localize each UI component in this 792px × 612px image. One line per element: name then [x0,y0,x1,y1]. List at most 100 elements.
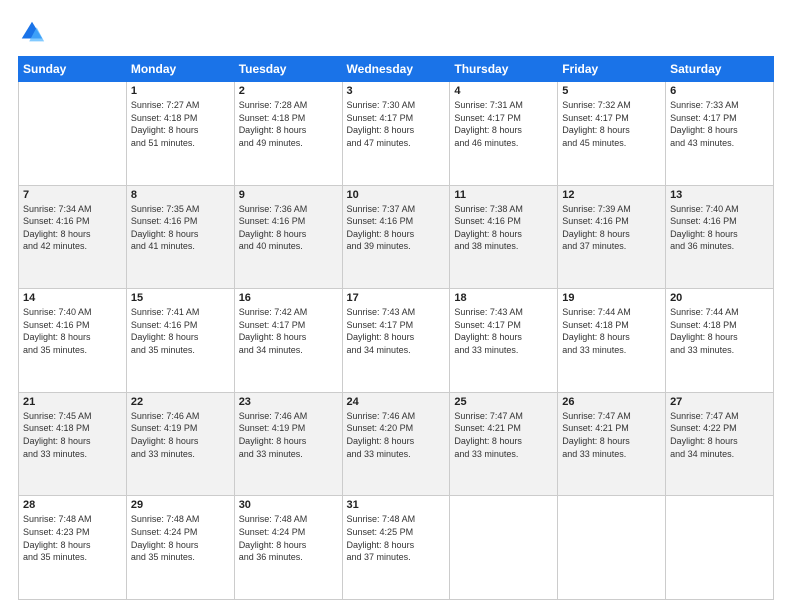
day-info: Sunrise: 7:48 AM Sunset: 4:24 PM Dayligh… [239,513,338,563]
calendar-cell: 31 Sunrise: 7:48 AM Sunset: 4:25 PM Dayli… [342,496,450,600]
calendar-cell: 4Sunrise: 7:31 AM Sunset: 4:17 PM Daylig… [450,82,558,186]
day-number: 21 [23,396,122,408]
day-info: Sunrise: 7:42 AM Sunset: 4:17 PM Dayligh… [239,306,338,356]
calendar-cell: 9 Sunrise: 7:36 AM Sunset: 4:16 PM Daylig… [234,185,342,289]
day-number: 25 [454,396,553,408]
day-info: Sunrise: 7:43 AM Sunset: 4:17 PM Dayligh… [347,306,446,356]
calendar-cell: 12 Sunrise: 7:39 AM Sunset: 4:16 PM Dayli… [558,185,666,289]
calendar-cell: 16 Sunrise: 7:42 AM Sunset: 4:17 PM Dayli… [234,289,342,393]
col-header-thursday: Thursday [450,57,558,82]
calendar-cell: 26 Sunrise: 7:47 AM Sunset: 4:21 PM Dayli… [558,392,666,496]
day-number: 13 [670,189,769,201]
day-number: 20 [670,292,769,304]
day-info: Sunrise: 7:48 AM Sunset: 4:24 PM Dayligh… [131,513,230,563]
calendar-cell: 24 Sunrise: 7:46 AM Sunset: 4:20 PM Dayli… [342,392,450,496]
col-header-friday: Friday [558,57,666,82]
day-number: 6 [670,85,769,97]
day-info: Sunrise: 7:32 AM Sunset: 4:17 PM Dayligh… [562,99,661,149]
day-number: 5 [562,85,661,97]
day-info: Sunrise: 7:28 AM Sunset: 4:18 PM Dayligh… [239,99,338,149]
calendar-cell: 17 Sunrise: 7:43 AM Sunset: 4:17 PM Dayli… [342,289,450,393]
logo [18,18,50,46]
day-number: 3 [347,85,446,97]
calendar-week-row: 14Sunrise: 7:40 AM Sunset: 4:16 PM Dayli… [19,289,774,393]
calendar-cell [666,496,774,600]
calendar-cell: 15 Sunrise: 7:41 AM Sunset: 4:16 PM Dayli… [126,289,234,393]
calendar-cell [558,496,666,600]
day-info: Sunrise: 7:46 AM Sunset: 4:20 PM Dayligh… [347,410,446,460]
day-info: Sunrise: 7:38 AM Sunset: 4:16 PM Dayligh… [454,203,553,253]
day-number: 23 [239,396,338,408]
calendar-header-row: SundayMondayTuesdayWednesdayThursdayFrid… [19,57,774,82]
day-info: Sunrise: 7:48 AM Sunset: 4:25 PM Dayligh… [347,513,446,563]
day-number: 8 [131,189,230,201]
day-number: 9 [239,189,338,201]
day-info: Sunrise: 7:40 AM Sunset: 4:16 PM Dayligh… [670,203,769,253]
calendar-cell: 8Sunrise: 7:35 AM Sunset: 4:16 PM Daylig… [126,185,234,289]
calendar-cell: 7 Sunrise: 7:34 AM Sunset: 4:16 PM Daylig… [19,185,127,289]
day-number: 12 [562,189,661,201]
day-number: 24 [347,396,446,408]
calendar-table: SundayMondayTuesdayWednesdayThursdayFrid… [18,56,774,600]
day-info: Sunrise: 7:30 AM Sunset: 4:17 PM Dayligh… [347,99,446,149]
col-header-wednesday: Wednesday [342,57,450,82]
calendar-cell: 18 Sunrise: 7:43 AM Sunset: 4:17 PM Dayli… [450,289,558,393]
calendar-cell: 19 Sunrise: 7:44 AM Sunset: 4:18 PM Dayli… [558,289,666,393]
calendar-week-row: 21 Sunrise: 7:45 AM Sunset: 4:18 PM Dayli… [19,392,774,496]
calendar-week-row: 7 Sunrise: 7:34 AM Sunset: 4:16 PM Daylig… [19,185,774,289]
header [18,18,774,46]
day-info: Sunrise: 7:45 AM Sunset: 4:18 PM Dayligh… [23,410,122,460]
day-number: 22 [131,396,230,408]
day-info: Sunrise: 7:41 AM Sunset: 4:16 PM Dayligh… [131,306,230,356]
day-number: 16 [239,292,338,304]
day-info: Sunrise: 7:46 AM Sunset: 4:19 PM Dayligh… [131,410,230,460]
day-number: 18 [454,292,553,304]
day-number: 11 [454,189,553,201]
day-info: Sunrise: 7:36 AM Sunset: 4:16 PM Dayligh… [239,203,338,253]
day-number: 31 [347,499,446,511]
day-number: 17 [347,292,446,304]
day-number: 10 [347,189,446,201]
calendar-cell: 5 Sunrise: 7:32 AM Sunset: 4:17 PM Daylig… [558,82,666,186]
calendar-cell: 27Sunrise: 7:47 AM Sunset: 4:22 PM Dayli… [666,392,774,496]
calendar-cell: 28 Sunrise: 7:48 AM Sunset: 4:23 PM Dayli… [19,496,127,600]
calendar-cell: 2Sunrise: 7:28 AM Sunset: 4:18 PM Daylig… [234,82,342,186]
col-header-saturday: Saturday [666,57,774,82]
logo-icon [18,18,46,46]
calendar-cell: 3 Sunrise: 7:30 AM Sunset: 4:17 PM Daylig… [342,82,450,186]
calendar-cell: 10 Sunrise: 7:37 AM Sunset: 4:16 PM Dayli… [342,185,450,289]
calendar-cell: 11 Sunrise: 7:38 AM Sunset: 4:16 PM Dayli… [450,185,558,289]
day-number: 14 [23,292,122,304]
calendar-week-row: 28 Sunrise: 7:48 AM Sunset: 4:23 PM Dayli… [19,496,774,600]
calendar-cell: 22 Sunrise: 7:46 AM Sunset: 4:19 PM Dayli… [126,392,234,496]
calendar-cell: 14Sunrise: 7:40 AM Sunset: 4:16 PM Dayli… [19,289,127,393]
day-info: Sunrise: 7:48 AM Sunset: 4:23 PM Dayligh… [23,513,122,563]
day-info: Sunrise: 7:31 AM Sunset: 4:17 PM Dayligh… [454,99,553,149]
day-info: Sunrise: 7:47 AM Sunset: 4:22 PM Dayligh… [670,410,769,460]
calendar-cell: 25 Sunrise: 7:47 AM Sunset: 4:21 PM Dayli… [450,392,558,496]
day-info: Sunrise: 7:34 AM Sunset: 4:16 PM Dayligh… [23,203,122,253]
day-info: Sunrise: 7:39 AM Sunset: 4:16 PM Dayligh… [562,203,661,253]
calendar-cell: 1 Sunrise: 7:27 AM Sunset: 4:18 PM Daylig… [126,82,234,186]
day-info: Sunrise: 7:44 AM Sunset: 4:18 PM Dayligh… [670,306,769,356]
day-number: 19 [562,292,661,304]
day-info: Sunrise: 7:47 AM Sunset: 4:21 PM Dayligh… [562,410,661,460]
calendar-cell [450,496,558,600]
day-info: Sunrise: 7:37 AM Sunset: 4:16 PM Dayligh… [347,203,446,253]
day-info: Sunrise: 7:43 AM Sunset: 4:17 PM Dayligh… [454,306,553,356]
calendar-cell: 23Sunrise: 7:46 AM Sunset: 4:19 PM Dayli… [234,392,342,496]
calendar-week-row: 1 Sunrise: 7:27 AM Sunset: 4:18 PM Daylig… [19,82,774,186]
day-number: 28 [23,499,122,511]
day-info: Sunrise: 7:27 AM Sunset: 4:18 PM Dayligh… [131,99,230,149]
calendar-cell: 20 Sunrise: 7:44 AM Sunset: 4:18 PM Dayli… [666,289,774,393]
calendar-cell: 21 Sunrise: 7:45 AM Sunset: 4:18 PM Dayli… [19,392,127,496]
day-number: 7 [23,189,122,201]
day-info: Sunrise: 7:47 AM Sunset: 4:21 PM Dayligh… [454,410,553,460]
day-info: Sunrise: 7:33 AM Sunset: 4:17 PM Dayligh… [670,99,769,149]
day-info: Sunrise: 7:44 AM Sunset: 4:18 PM Dayligh… [562,306,661,356]
col-header-monday: Monday [126,57,234,82]
day-number: 1 [131,85,230,97]
day-number: 26 [562,396,661,408]
day-number: 30 [239,499,338,511]
day-number: 15 [131,292,230,304]
